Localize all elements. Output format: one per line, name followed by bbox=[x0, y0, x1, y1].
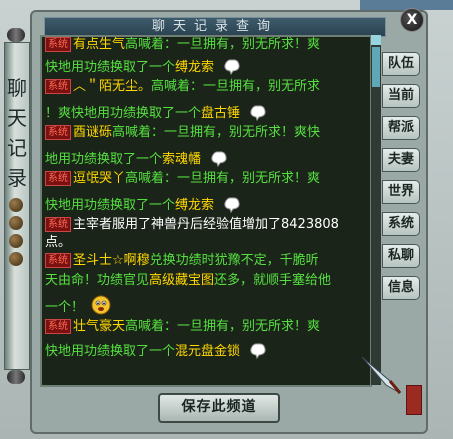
message-text: 快地用功绩换取了一个 bbox=[45, 60, 176, 75]
scroll-thumb[interactable] bbox=[372, 47, 380, 87]
message-text: 地用功绩换取了一个 bbox=[45, 152, 163, 167]
item-name[interactable]: 缚龙索 bbox=[175, 198, 214, 213]
message-text: 快地用功绩换取了一个 bbox=[45, 344, 176, 359]
message-text: 快地用功绩换取了一个 bbox=[45, 198, 176, 213]
tab-private[interactable]: 私聊 bbox=[382, 244, 420, 268]
chat-line: 系统 主宰者服用了神兽丹后经验值增加了8423808 bbox=[45, 217, 339, 233]
side-scroll: 聊 天 记 录 bbox=[0, 26, 32, 386]
chat-line: 快地用功绩换取了一个混元盘金锁 bbox=[45, 341, 269, 360]
item-name[interactable]: 索魂幡 bbox=[162, 152, 201, 167]
player-name[interactable]: ︿＂陌无尘。 bbox=[73, 79, 151, 94]
system-tag: 系统 bbox=[45, 79, 71, 94]
chat-record-window: { "window": { "title": "聊天记录查询", "close_… bbox=[0, 0, 453, 439]
message-text: 高喊着：一旦拥有，别无所求！爽 bbox=[125, 319, 321, 334]
hand-cursor-icon bbox=[224, 197, 240, 213]
chat-line: 点。 bbox=[45, 235, 71, 251]
player-name[interactable]: 酉谜砾 bbox=[73, 125, 112, 140]
system-tag: 系统 bbox=[45, 37, 71, 52]
hand-cursor-icon bbox=[224, 59, 240, 75]
chat-line: 快地用功绩换取了一个缚龙索 bbox=[45, 195, 243, 214]
system-tag: 系统 bbox=[45, 171, 71, 186]
smiley-emoticon-icon bbox=[91, 295, 111, 315]
item-name[interactable]: 混元盘金锁 bbox=[175, 344, 240, 359]
side-title-char: 天 bbox=[7, 106, 27, 130]
tab-spouse[interactable]: 夫妻 bbox=[382, 148, 420, 172]
system-tag: 系统 bbox=[45, 217, 71, 232]
message-text: ！爽快地用功绩换取了一个 bbox=[45, 106, 202, 121]
window-title: 聊天记录查询 bbox=[44, 17, 386, 37]
brush-decoration-icon bbox=[361, 356, 402, 394]
scroll-rod-bottom bbox=[7, 370, 25, 384]
message-text: 高喊着：一旦拥有，别无所求！爽 bbox=[125, 171, 321, 186]
save-channel-button[interactable]: 保存此频道 bbox=[158, 393, 280, 423]
item-name[interactable]: 盘古锤 bbox=[201, 106, 240, 121]
chat-line: 一个！ bbox=[45, 295, 111, 316]
bead bbox=[9, 252, 23, 266]
tab-guild[interactable]: 帮派 bbox=[382, 116, 420, 140]
player-name[interactable]: 有点生气 bbox=[73, 37, 125, 52]
tab-system[interactable]: 系统 bbox=[382, 212, 420, 236]
tab-team[interactable]: 队伍 bbox=[382, 52, 420, 76]
player-name[interactable]: 壮气豪天 bbox=[73, 319, 125, 334]
system-tag: 系统 bbox=[45, 125, 71, 140]
bead bbox=[9, 198, 23, 212]
chat-log[interactable]: 系统 有点生气高喊着：一旦拥有，别无所求！爽 快地用功绩换取了一个缚龙索 系统 ︿＂… bbox=[40, 35, 372, 387]
scroll-rod-top bbox=[7, 28, 25, 42]
chat-line: 地用功绩换取了一个索魂幡 bbox=[45, 149, 230, 168]
chat-line: 快地用功绩换取了一个缚龙索 bbox=[45, 57, 243, 76]
tab-info[interactable]: 信息 bbox=[382, 276, 420, 300]
chat-line: 系统 逗氓哭丫高喊着：一旦拥有，别无所求！爽 bbox=[45, 171, 320, 187]
side-title-char: 聊 bbox=[7, 76, 27, 100]
message-text: 天由命！功绩官见 bbox=[45, 273, 150, 288]
chat-line: 系统 酉谜砾高喊着：一旦拥有，别无所求！爽快 bbox=[45, 125, 320, 141]
close-button[interactable]: X bbox=[400, 8, 424, 32]
item-name[interactable]: 高级藏宝图 bbox=[149, 273, 214, 288]
player-name[interactable]: 圣斗士☆啊穆 bbox=[73, 253, 150, 268]
message-text: 还多，就顺手塞给他 bbox=[214, 273, 332, 288]
chat-line: 系统 ︿＂陌无尘。高喊着：一旦拥有，别无所求 bbox=[45, 79, 320, 95]
hand-cursor-icon bbox=[211, 151, 227, 167]
chat-line: 系统 圣斗士☆啊穆兑换功绩时犹豫不定，千脆听 bbox=[45, 253, 319, 269]
side-title-char: 录 bbox=[7, 166, 27, 190]
hand-cursor-icon bbox=[250, 343, 266, 359]
message-text: 高喊着：一旦拥有，别无所求！爽 bbox=[125, 37, 321, 52]
bead bbox=[9, 234, 23, 248]
item-name[interactable]: 缚龙索 bbox=[175, 60, 214, 75]
message-text: 主宰者服用了神兽丹后经验值增加了8423808 bbox=[73, 217, 339, 232]
chat-line: 系统 壮气豪天高喊着：一旦拥有，别无所求！爽 bbox=[45, 319, 320, 335]
hand-cursor-icon bbox=[250, 105, 266, 121]
chat-line: ！爽快地用功绩换取了一个盘古锤 bbox=[45, 103, 269, 122]
message-text: 高喊着：一旦拥有，别无所求 bbox=[151, 79, 321, 94]
seal-stamp: 印 bbox=[406, 385, 422, 415]
system-tag: 系统 bbox=[45, 253, 71, 268]
message-text: 兑换功绩时犹豫不定，千脆听 bbox=[149, 253, 319, 268]
message-text: 点。 bbox=[45, 235, 72, 250]
chat-line: 天由命！功绩官见高级藏宝图还多，就顺手塞给他 bbox=[45, 273, 331, 289]
tab-current[interactable]: 当前 bbox=[382, 84, 420, 108]
message-text: 一个！ bbox=[45, 300, 85, 315]
chat-line: 系统 有点生气高喊着：一旦拥有，别无所求！爽 bbox=[45, 37, 320, 53]
scroll-up-arrow-icon[interactable] bbox=[371, 35, 381, 45]
tab-world[interactable]: 世界 bbox=[382, 180, 420, 204]
chat-scrollbar[interactable] bbox=[370, 35, 381, 385]
system-tag: 系统 bbox=[45, 319, 71, 334]
side-title-char: 记 bbox=[7, 136, 27, 160]
player-name[interactable]: 逗氓哭丫 bbox=[73, 171, 125, 186]
bead bbox=[9, 216, 23, 230]
message-text: 高喊着：一旦拥有，别无所求！爽快 bbox=[112, 125, 321, 140]
